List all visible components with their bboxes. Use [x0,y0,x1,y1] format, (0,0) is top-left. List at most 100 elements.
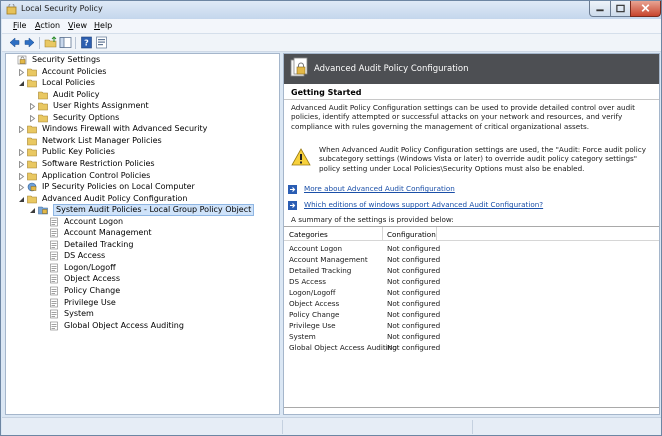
table-row[interactable]: System Not configured [284,331,659,342]
policy-page-icon [50,240,58,250]
tree-item[interactable]: Account Logon [6,217,276,228]
collapsed-triangle-icon[interactable] [18,172,25,180]
cell-configuration: Not configured [387,255,441,264]
maximize-button[interactable] [610,1,631,17]
link-arrow-icon [288,201,297,210]
cell-configuration: Not configured [387,299,441,308]
cell-configuration: Not configured [387,244,441,253]
forward-arrow-icon[interactable] [23,36,36,49]
menu-help[interactable]: Help [94,21,112,30]
collapsed-triangle-icon[interactable] [18,126,25,134]
collapsed-triangle-icon[interactable] [29,114,36,122]
cell-configuration: Not configured [387,310,441,319]
policy-page-icon [50,263,58,273]
tree-item[interactable]: Network List Manager Policies [6,136,276,147]
expanded-triangle-icon[interactable] [29,207,36,214]
column-header-categories[interactable]: Categories [289,230,328,239]
tree-item[interactable]: DS Access [6,251,276,262]
tree-item[interactable]: Account Management [6,228,276,239]
navigation-tree[interactable]: Security Settings Account Policies Local P… [5,53,280,415]
folder-icon [27,195,37,203]
table-row[interactable]: Account Logon Not configured [284,243,659,254]
tree-item[interactable]: Detailed Tracking [6,240,276,251]
menu-action[interactable]: Action [35,21,60,30]
tree-item[interactable]: Global Object Access Auditing [6,321,276,332]
help-icon[interactable]: ? [80,36,93,49]
collapsed-triangle-icon[interactable] [29,103,36,111]
audit-configuration-icon [290,57,308,77]
tree-item[interactable]: IP Security Policies on Local Computer [6,182,276,193]
tree-item[interactable]: Application Control Policies [6,171,276,182]
table-row[interactable]: Policy Change Not configured [284,309,659,320]
cell-category: Account Logon [289,244,343,253]
tree-item[interactable]: Security Settings [6,55,276,66]
policy-page-icon [50,275,58,284]
table-row[interactable]: Object Access Not configured [284,298,659,309]
tree-item[interactable]: Software Restriction Policies [6,159,276,170]
window-title: Local Security Policy [21,4,103,13]
close-button[interactable] [630,1,661,17]
back-arrow-icon[interactable] [8,36,21,49]
menu-file[interactable]: File [13,21,26,30]
title-bar[interactable]: Local Security Policy [1,1,661,19]
table-row[interactable]: DS Access Not configured [284,276,659,287]
folder-icon [27,79,37,88]
table-row[interactable]: Detailed Tracking Not configured [284,265,659,276]
tree-item[interactable]: Windows Firewall with Advanced Security [6,124,276,135]
tree-item[interactable]: Security Options [6,113,276,124]
collapsed-triangle-icon[interactable] [18,184,25,192]
link-more-about-text[interactable]: More about Advanced Audit Configuration [304,184,455,193]
summary-table: Categories Configuration Account Logon No… [284,226,659,408]
table-row[interactable]: Account Management Not configured [284,254,659,265]
tree-item[interactable]: System Audit Policies - Local Group Poli… [6,204,276,217]
properties-icon[interactable] [95,36,108,49]
show-hide-tree-icon[interactable] [59,36,72,49]
tree-item-label: Audit Policy [53,89,100,99]
cell-category: Logon/Logoff [289,288,336,297]
column-header-configuration[interactable]: Configuration [387,230,436,239]
policy-page-icon [50,321,58,330]
details-header-title: Advanced Audit Policy Configuration [314,64,469,74]
folder-icon [27,137,37,146]
tree-item[interactable]: Policy Change [6,286,276,297]
toolbar: ? [2,34,661,52]
expanded-triangle-icon[interactable] [18,196,25,203]
intro-text: Advanced Audit Policy Configuration sett… [291,103,635,131]
tree-item[interactable]: Logon/Logoff [6,263,276,274]
folder-icon [38,91,48,99]
tree-item-label: Account Management [64,228,152,238]
cell-category: Privilege Use [289,321,336,330]
tree-item[interactable]: Account Policies [6,67,276,78]
up-folder-icon[interactable] [44,36,57,49]
table-row[interactable]: Privilege Use Not configured [284,320,659,331]
tree-item[interactable]: System [6,309,276,320]
folder-icon [27,149,37,157]
table-row[interactable]: Logon/Logoff Not configured [284,287,659,298]
section-divider [284,99,659,100]
collapsed-triangle-icon[interactable] [18,149,25,157]
tree-item-label: Logon/Logoff [64,262,116,272]
cell-configuration: Not configured [387,266,441,275]
tree-item[interactable]: Privilege Use [6,298,276,309]
tree-item[interactable]: Object Access [6,274,276,285]
minimize-button[interactable] [589,1,611,17]
tree-item[interactable]: Advanced Audit Policy Configuration [6,194,276,205]
collapsed-triangle-icon[interactable] [18,68,25,76]
cell-category: DS Access [289,277,326,286]
tree-item[interactable]: Public Key Policies [6,147,276,158]
tree-item-label: Network List Manager Policies [42,135,162,145]
policy-page-icon [50,228,58,238]
tree-item[interactable]: Local Policies [6,78,276,89]
tree-item-label: System Audit Policies - Local Group Poli… [53,204,255,217]
cell-category: Global Object Access Auditing [289,343,397,352]
collapsed-triangle-icon[interactable] [18,160,25,168]
tree-item[interactable]: Audit Policy [6,90,276,101]
menu-view[interactable]: View [68,21,87,30]
tree-item-label: Security Settings [32,55,101,64]
link-which-editions-text[interactable]: Which editions of windows support Advanc… [304,200,543,209]
menu-bar: File Action View Help [2,19,661,34]
table-row[interactable]: Global Object Access Auditing Not configu… [284,342,659,353]
expanded-triangle-icon[interactable] [18,80,25,87]
policy-page-icon [50,252,58,261]
tree-item[interactable]: User Rights Assignment [6,101,276,112]
